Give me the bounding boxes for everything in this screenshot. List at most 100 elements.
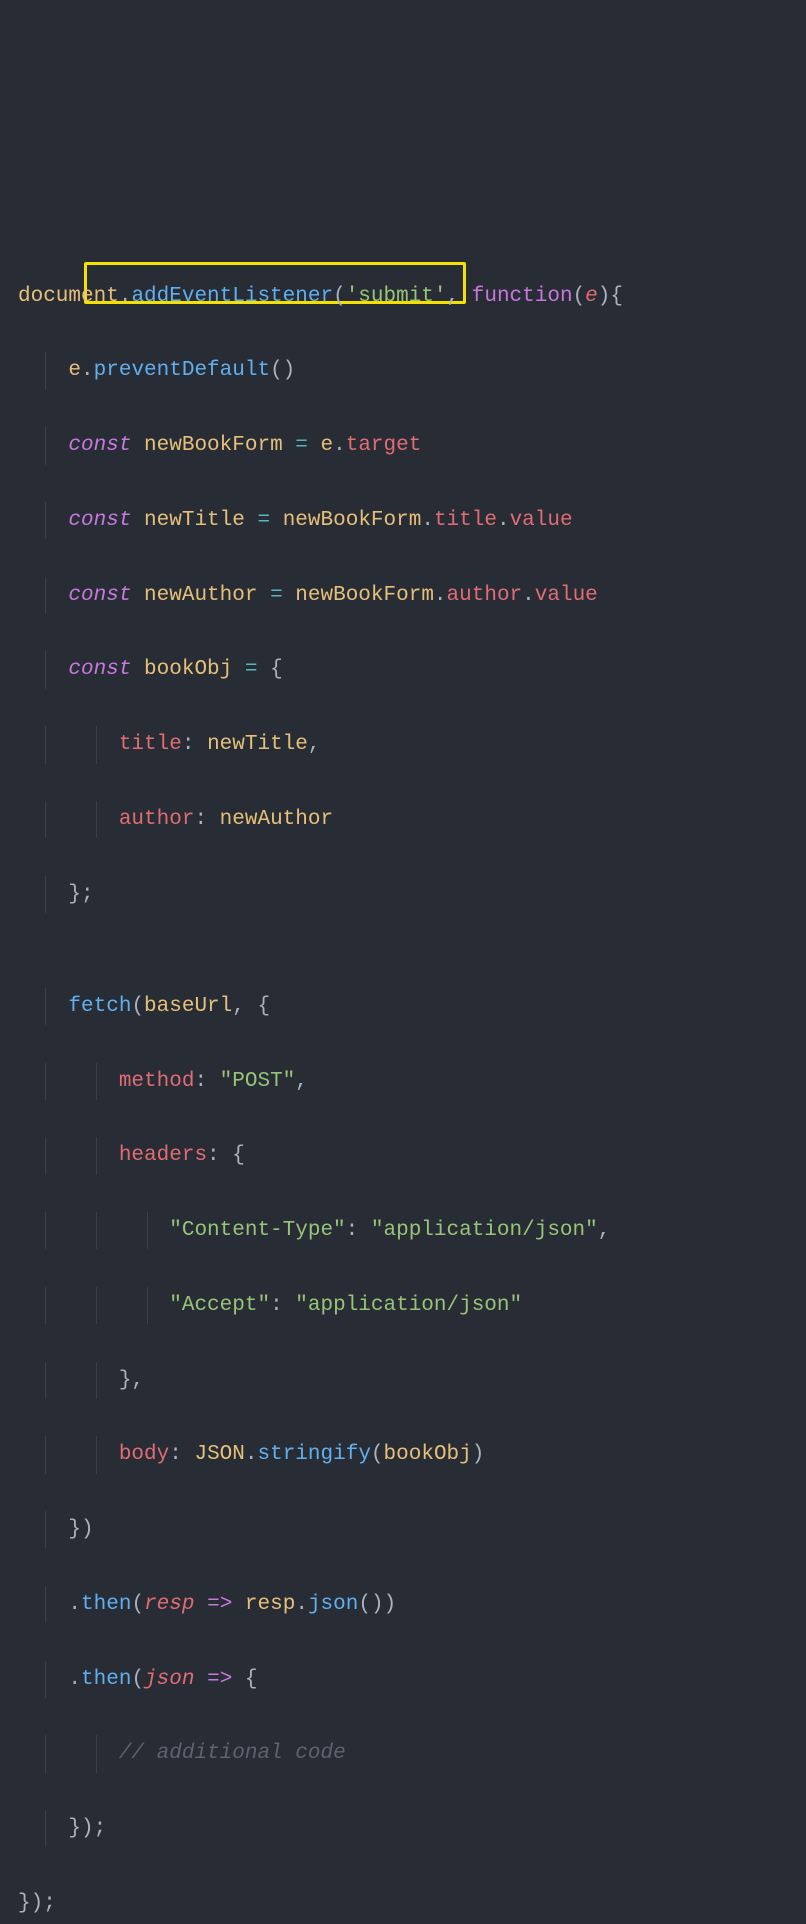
code-block: document.addEventListener('submit', func…	[18, 166, 788, 1924]
token-punct: .	[81, 359, 94, 382]
code-line: },	[18, 1362, 788, 1399]
token-keyword: const	[68, 658, 131, 681]
indent	[18, 1817, 68, 1840]
token-punct: .	[68, 1593, 81, 1616]
token-param: json	[144, 1668, 194, 1691]
token-identifier: newBookForm	[144, 434, 283, 457]
token-punct: .	[522, 584, 535, 607]
space	[308, 434, 321, 457]
code-line: const bookObj = {	[18, 651, 788, 688]
token-property: value	[535, 584, 598, 607]
indent	[18, 1742, 119, 1765]
token-identifier: newTitle	[207, 733, 308, 756]
space	[131, 434, 144, 457]
token-property: title	[434, 509, 497, 532]
token-keyword: const	[68, 509, 131, 532]
space	[194, 1593, 207, 1616]
token-punct: (	[131, 1593, 144, 1616]
token-punct: :	[270, 1294, 295, 1317]
token-op: =	[257, 509, 270, 532]
token-identifier: newTitle	[144, 509, 245, 532]
code-line: };	[18, 876, 788, 913]
token-punct: (	[131, 995, 144, 1018]
token-punct: });	[68, 1817, 106, 1840]
token-string: "application/json"	[371, 1219, 598, 1242]
token-property: author	[447, 584, 523, 607]
code-line: "Accept": "application/json"	[18, 1287, 788, 1324]
indent	[18, 658, 68, 681]
code-line: // additional code	[18, 1735, 788, 1772]
token-punct: {	[270, 658, 283, 681]
token-method: addEventListener	[131, 285, 333, 308]
token-string: "application/json"	[295, 1294, 522, 1317]
indent	[18, 1593, 68, 1616]
token-punct: :	[346, 1219, 371, 1242]
token-punct: ,	[447, 285, 472, 308]
code-line: .then(json => {	[18, 1661, 788, 1698]
token-string: "POST"	[220, 1070, 296, 1093]
token-punct: .	[434, 584, 447, 607]
token-property: headers	[119, 1144, 207, 1167]
code-line: document.addEventListener('submit', func…	[18, 278, 788, 315]
token-punct: (	[573, 285, 586, 308]
token-identifier: newBookForm	[295, 584, 434, 607]
indent	[18, 1144, 119, 1167]
code-line: fetch(baseUrl, {	[18, 988, 788, 1025]
token-method: then	[81, 1668, 131, 1691]
token-punct: (	[131, 1668, 144, 1691]
token-punct: });	[18, 1892, 56, 1915]
token-identifier: newAuthor	[220, 808, 333, 831]
code-line: const newAuthor = newBookForm.author.val…	[18, 577, 788, 614]
token-op: =	[295, 434, 308, 457]
token-identifier: newAuthor	[144, 584, 257, 607]
token-method: then	[81, 1593, 131, 1616]
token-punct: .	[497, 509, 510, 532]
code-line: author: newAuthor	[18, 801, 788, 838]
token-punct: .	[421, 509, 434, 532]
token-comment: // additional code	[119, 1742, 346, 1765]
token-punct: .	[68, 1668, 81, 1691]
indent	[18, 995, 68, 1018]
token-string: "Accept"	[169, 1294, 270, 1317]
code-line: body: JSON.stringify(bookObj)	[18, 1436, 788, 1473]
space	[232, 1593, 245, 1616]
token-property: body	[119, 1443, 169, 1466]
token-punct: ()	[270, 359, 295, 382]
token-punct: ())	[358, 1593, 396, 1616]
token-punct: .	[333, 434, 346, 457]
indent	[18, 359, 68, 382]
code-line: });	[18, 1810, 788, 1847]
indent	[18, 584, 68, 607]
code-line: headers: {	[18, 1137, 788, 1174]
token-punct: };	[68, 883, 93, 906]
indent	[18, 733, 119, 756]
token-keyword: const	[68, 584, 131, 607]
token-method: stringify	[258, 1443, 371, 1466]
token-identifier: JSON	[194, 1443, 244, 1466]
token-punct: },	[119, 1369, 144, 1392]
token-punct: (	[371, 1443, 384, 1466]
code-line: const newTitle = newBookForm.title.value	[18, 502, 788, 539]
indent	[18, 1518, 68, 1541]
code-line: });	[18, 1885, 788, 1922]
token-punct: .	[119, 285, 132, 308]
token-identifier: bookObj	[144, 658, 232, 681]
code-line: method: "POST",	[18, 1063, 788, 1100]
token-param: resp	[144, 1593, 194, 1616]
code-line: .then(resp => resp.json())	[18, 1586, 788, 1623]
code-line: })	[18, 1511, 788, 1548]
token-param: e	[585, 285, 598, 308]
indent	[18, 1369, 119, 1392]
token-punct: :	[194, 1070, 219, 1093]
token-property: method	[119, 1070, 195, 1093]
token-method: json	[308, 1593, 358, 1616]
token-punct: , {	[232, 995, 270, 1018]
token-keyword: const	[68, 434, 131, 457]
token-property: value	[510, 509, 573, 532]
token-punct: :	[169, 1443, 194, 1466]
indent	[18, 883, 68, 906]
token-op: =	[245, 658, 258, 681]
token-identifier: newBookForm	[283, 509, 422, 532]
token-punct: ,	[295, 1070, 308, 1093]
token-string: 'submit'	[346, 285, 447, 308]
